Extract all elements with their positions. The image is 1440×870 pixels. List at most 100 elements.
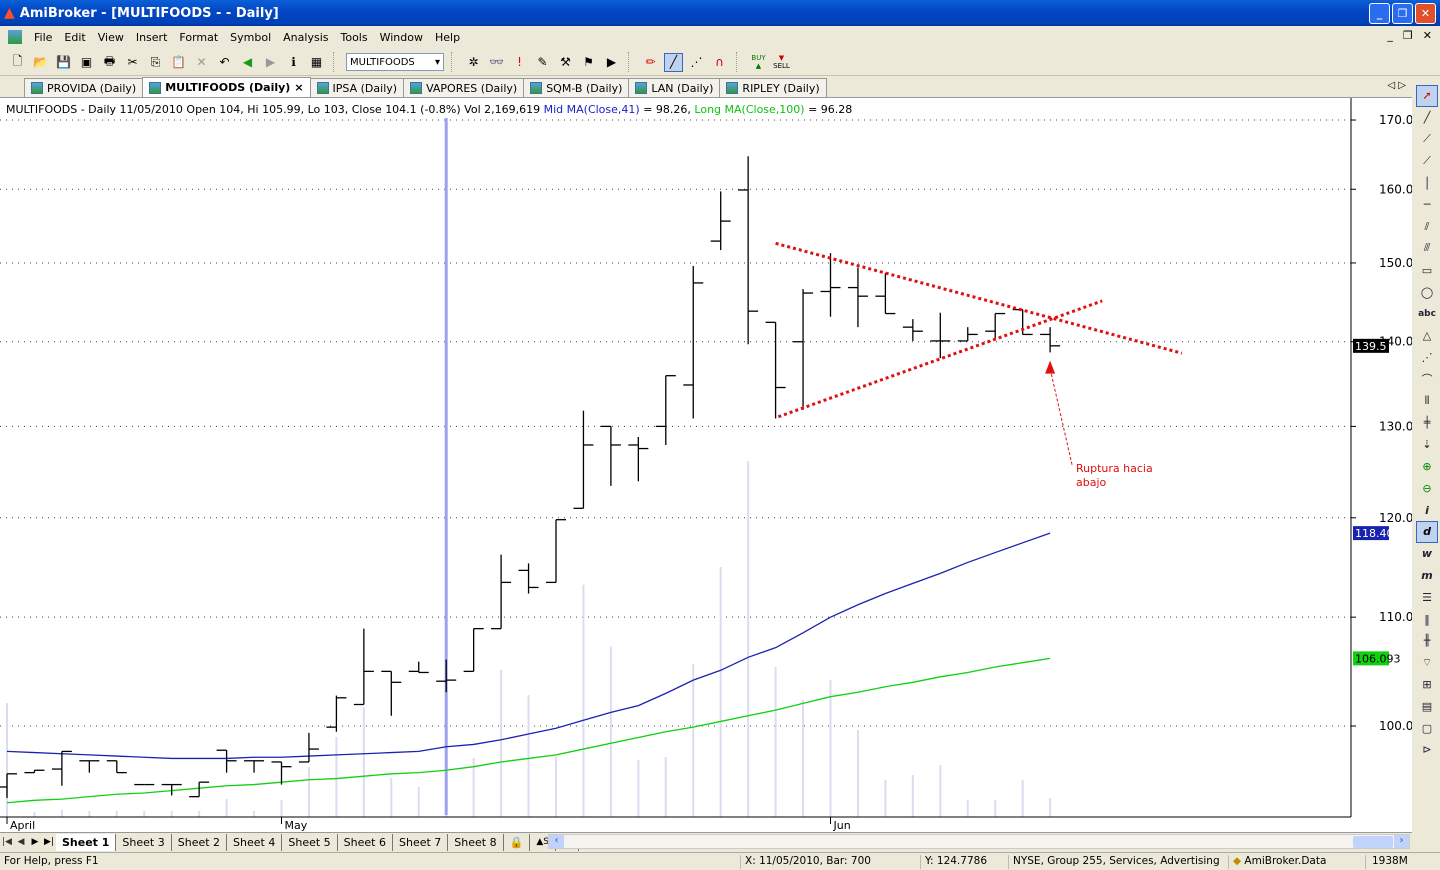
- zoom-in-icon[interactable]: ⊕: [1416, 456, 1438, 478]
- sell-icon[interactable]: ▼ SELL: [772, 53, 791, 72]
- minimize-button[interactable]: _: [1369, 3, 1390, 24]
- tab-ipsa[interactable]: IPSA (Daily): [309, 78, 405, 97]
- daily-icon[interactable]: d: [1416, 520, 1438, 543]
- monthly-icon[interactable]: m: [1416, 565, 1438, 587]
- sheet-tab[interactable]: Sheet 7: [393, 833, 449, 851]
- arc-icon[interactable]: ⌒: [1416, 368, 1438, 390]
- tab-multifoods[interactable]: MULTIFOODS (Daily) ×: [142, 77, 311, 97]
- layout-icon[interactable]: ▤: [1416, 695, 1438, 717]
- info-icon[interactable]: ℹ: [284, 53, 303, 72]
- chart-pane[interactable]: 170.0 160.0 150.0 140.0 130.0 120.0 110.0 100.0…: [0, 98, 1413, 832]
- menu-analysis[interactable]: Analysis: [277, 31, 334, 44]
- print-icon[interactable]: 🖶: [100, 53, 119, 72]
- line-dotted-icon[interactable]: ⋰: [687, 53, 706, 72]
- tab-sqm-b[interactable]: SQM-B (Daily): [523, 78, 630, 97]
- parallel-lines-icon[interactable]: ⫽: [1416, 216, 1438, 238]
- mdi-restore-button[interactable]: ❐: [1403, 29, 1413, 42]
- menu-tools[interactable]: Tools: [334, 31, 373, 44]
- paste-icon[interactable]: 📋: [169, 53, 188, 72]
- quote-editor-icon[interactable]: ▦: [307, 53, 326, 72]
- sheet-tab[interactable]: Sheet 3: [116, 833, 172, 851]
- horizontal-scrollbar[interactable]: ‹ ›: [548, 834, 1410, 849]
- line-solid-icon[interactable]: ╱: [664, 52, 683, 72]
- ellipse-icon[interactable]: ◯: [1416, 281, 1438, 303]
- menu-format[interactable]: Format: [173, 31, 224, 44]
- alert-icon[interactable]: !: [510, 53, 529, 72]
- menu-window[interactable]: Window: [374, 31, 429, 44]
- new-icon[interactable]: 🗋: [8, 53, 27, 72]
- wifi-icon[interactable]: ⌔: [1416, 652, 1438, 674]
- magnet-icon[interactable]: ∩: [710, 53, 729, 72]
- lock-icon[interactable]: 🔒: [504, 833, 531, 851]
- cycles-icon[interactable]: ⦀: [1416, 390, 1438, 412]
- text-icon[interactable]: abc: [1416, 303, 1438, 325]
- back-icon[interactable]: ◀: [238, 53, 257, 72]
- sheet-tab[interactable]: Sheet 8: [448, 833, 504, 851]
- scroll-thumb[interactable]: [1353, 836, 1393, 848]
- scroll-left-icon[interactable]: ‹: [549, 835, 564, 848]
- close-button[interactable]: ✕: [1415, 3, 1436, 24]
- save-all-icon[interactable]: ▣: [77, 53, 96, 72]
- mdi-minimize-button[interactable]: _: [1387, 29, 1393, 42]
- price-chart[interactable]: 170.0160.0150.0140.0130.0120.0110.0100.0…: [0, 98, 1413, 832]
- explore-icon[interactable]: 👓: [487, 53, 506, 72]
- channel-icon[interactable]: ⫻: [1416, 238, 1438, 260]
- tab-provida[interactable]: PROVIDA (Daily): [24, 78, 144, 97]
- menu-file[interactable]: File: [28, 31, 58, 44]
- select-arrow-icon[interactable]: ➚: [1416, 85, 1438, 107]
- expand-icon[interactable]: ⊳: [1416, 739, 1438, 761]
- tab-lan[interactable]: LAN (Daily): [628, 78, 721, 97]
- rectangle-icon[interactable]: ▭: [1416, 259, 1438, 281]
- horizontal-line-icon[interactable]: ─: [1416, 194, 1438, 216]
- trendline-icon[interactable]: ╱: [1416, 107, 1438, 129]
- grid-icon[interactable]: ⊞: [1416, 674, 1438, 696]
- restore-button[interactable]: ❐: [1392, 3, 1413, 24]
- optimize-icon[interactable]: ⚑: [579, 53, 598, 72]
- tab-scroll-arrows[interactable]: ◁ ▷: [1387, 80, 1406, 91]
- zoom-out-icon[interactable]: ⊖: [1416, 477, 1438, 499]
- undo-icon[interactable]: ↶: [215, 53, 234, 72]
- tab-close-icon[interactable]: ×: [294, 81, 303, 94]
- mdi-close-button[interactable]: ✕: [1423, 29, 1432, 42]
- arrow-icon[interactable]: ⇣: [1416, 434, 1438, 456]
- sheet-tab[interactable]: Sheet 6: [338, 833, 393, 851]
- scroll-right-icon[interactable]: ›: [1394, 835, 1409, 848]
- gann-icon[interactable]: ╪: [1416, 412, 1438, 434]
- menu-insert[interactable]: Insert: [130, 31, 174, 44]
- copy-icon[interactable]: ⎘: [146, 53, 165, 72]
- scan-icon[interactable]: ✲: [464, 53, 483, 72]
- menu-view[interactable]: View: [92, 31, 130, 44]
- sheet-tab[interactable]: Sheet 1: [56, 833, 117, 851]
- extended-line-icon[interactable]: ⟋: [1416, 150, 1438, 172]
- menu-symbol[interactable]: Symbol: [224, 31, 277, 44]
- prev-sheet-icon[interactable]: ◀: [14, 837, 28, 847]
- vertical-line-icon[interactable]: │: [1416, 172, 1438, 194]
- delete-icon[interactable]: ✕: [192, 53, 211, 72]
- first-sheet-icon[interactable]: |◀: [0, 837, 14, 847]
- italic-i-icon[interactable]: i: [1416, 499, 1438, 521]
- triangle-icon[interactable]: △: [1416, 325, 1438, 347]
- sheet-tab[interactable]: Sheet 5: [282, 833, 338, 851]
- forward-icon[interactable]: ▶: [261, 53, 280, 72]
- open-icon[interactable]: 📂: [31, 53, 50, 72]
- cut-icon[interactable]: ✂: [123, 53, 142, 72]
- ohlc-icon[interactable]: ╫: [1416, 630, 1438, 652]
- color-pen-icon[interactable]: ✏: [641, 53, 660, 72]
- ray-icon[interactable]: ⟋: [1416, 129, 1438, 151]
- window-icon[interactable]: ▢: [1416, 717, 1438, 739]
- fan-icon[interactable]: ⋰: [1416, 347, 1438, 369]
- tab-vapores[interactable]: VAPORES (Daily): [403, 78, 525, 97]
- sheet-tab[interactable]: Sheet 4: [227, 833, 283, 851]
- next-sheet-icon[interactable]: ▶: [28, 837, 42, 847]
- list-icon[interactable]: ☰: [1416, 586, 1438, 608]
- tab-ripley[interactable]: RIPLEY (Daily): [719, 78, 827, 97]
- formula-icon[interactable]: ✎: [533, 53, 552, 72]
- menu-help[interactable]: Help: [429, 31, 466, 44]
- bars-icon[interactable]: ‖: [1416, 608, 1438, 630]
- app-menu-icon[interactable]: [8, 30, 22, 44]
- save-icon[interactable]: 💾: [54, 53, 73, 72]
- buy-icon[interactable]: BUY ▲: [749, 53, 768, 72]
- menu-edit[interactable]: Edit: [58, 31, 91, 44]
- symbol-select[interactable]: MULTIFOODS ▾: [346, 53, 444, 71]
- sheet-tab[interactable]: Sheet 2: [172, 833, 228, 851]
